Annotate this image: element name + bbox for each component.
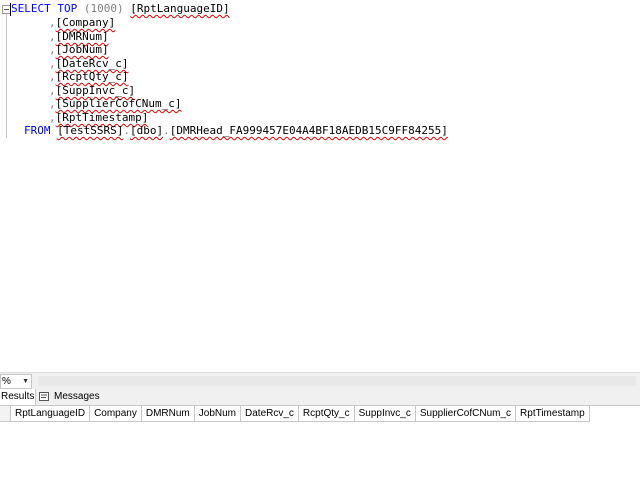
code-line-column: ,[RptTimestamp] [49,111,148,125]
column-identifier: [DMRNum] [55,30,109,43]
zoom-dropdown[interactable]: % ▼ [0,374,32,389]
tab-results-label: Results [1,391,35,402]
row-selector-corner[interactable] [0,406,11,422]
comma: , [49,111,56,124]
messages-icon [39,392,49,401]
code-line-column: ,[DateRcv_c] [49,57,128,71]
comma: , [49,16,56,29]
grid-column-header[interactable]: RcptQty_c [298,406,355,422]
column-identifier: [SupplierCofCNum_c] [55,97,182,110]
column-identifier: [DateRcv_c] [55,57,129,70]
grid-column-header[interactable]: SupplierCofCNum_c [415,406,517,422]
code-line-column: ,[SupplierCofCNum_c] [49,97,181,111]
column-identifier: [RptLanguageID] [130,2,230,15]
code-line-select: SELECT TOP (1000) [RptLanguageID] [11,2,230,16]
keyword-top: TOP [57,2,78,15]
tab-messages[interactable]: Messages [38,389,102,405]
code-line-column: ,[RcptQty_c] [49,70,128,84]
code-line-column: ,[SuppInvc_c] [49,84,135,98]
grid-column-header[interactable]: DateRcv_c [241,406,299,422]
column-identifier: [SuppInvc_c] [55,84,136,97]
table-identifier: [DMRHead_FA999457E04A4BF18AEDB15C9FF8425… [169,124,448,137]
comma: , [49,70,56,83]
code-line-from: FROM [TestSSRS].[dbo].[DMRHead_FA999457E… [24,124,448,138]
grid-column-header[interactable]: SuppInvc_c [354,406,416,422]
code-line-column: ,[JobNum] [49,43,109,57]
dot: . [123,124,130,137]
database-identifier: [TestSSRS] [57,124,124,137]
chevron-down-icon: ▼ [22,378,29,385]
grid-header-row: RptLanguageID Company DMRNum JobNum Date… [0,406,590,422]
query-editor[interactable]: SELECT TOP (1000) [RptLanguageID] ,[Comp… [0,0,640,372]
code-line-column: ,[DMRNum] [49,30,109,44]
grid-column-header[interactable]: RptLanguageID [11,406,91,422]
grid-column-header[interactable]: RptTimestamp [516,406,590,422]
results-grid[interactable]: RptLanguageID Company DMRNum JobNum Date… [0,406,640,500]
column-identifier: [Company] [55,16,116,29]
editor-status-bar: % ▼ [0,372,640,389]
comma: , [49,84,56,97]
grid-column-header[interactable]: DMRNum [141,406,195,422]
column-identifier: [RptTimestamp] [55,111,149,124]
top-count: (1000) [83,2,124,15]
comma: , [49,43,56,56]
grid-column-header[interactable]: Company [90,406,142,422]
dot: . [163,124,170,137]
keyword-from: FROM [24,124,51,137]
column-identifier: [RcptQty_c] [55,70,129,83]
horizontal-scrollbar[interactable] [38,376,636,386]
keyword-select: SELECT [11,2,51,15]
comma: , [49,97,56,110]
column-identifier: [JobNum] [55,43,109,56]
grid-column-header[interactable]: JobNum [194,406,242,422]
comma: , [49,30,56,43]
schema-identifier: [dbo] [129,124,164,137]
tab-results[interactable]: Results [0,389,36,405]
outline-guide [6,14,7,138]
zoom-value: % [2,376,11,387]
tab-messages-label: Messages [54,391,100,402]
comma: , [49,57,56,70]
code-line-column: ,[Company] [49,16,115,30]
results-tab-strip: Results Messages [0,389,640,406]
